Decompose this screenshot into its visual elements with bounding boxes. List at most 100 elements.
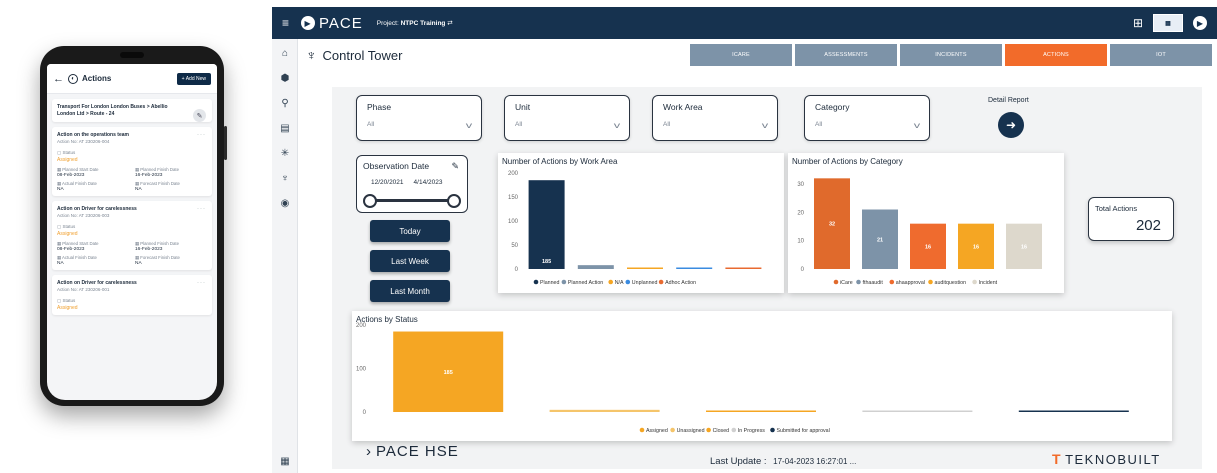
back-arrow-icon[interactable]: ← xyxy=(53,73,64,85)
chevron-down-icon: v xyxy=(761,121,769,130)
unit-filter[interactable]: Unit All v xyxy=(504,95,630,141)
tab-icare[interactable]: ICARE xyxy=(690,44,792,66)
bar xyxy=(627,267,663,269)
data-label: 185 xyxy=(444,370,453,376)
mobile-device: ← ◐ Actions + Add New Transport For Lond… xyxy=(40,46,227,406)
planned-start-value: 08-Feb-2023 xyxy=(57,173,85,178)
action-number: Action No: AT 230206-003 xyxy=(57,213,110,218)
forecast-finish-value: NA xyxy=(135,261,142,266)
home-icon[interactable]: ⌂ xyxy=(272,42,298,64)
forecast-finish-value: NA xyxy=(135,187,142,192)
more-options-icon[interactable]: ··· xyxy=(197,132,206,138)
tab-incidents[interactable]: INCIDENTS xyxy=(900,44,1002,66)
add-new-button[interactable]: + Add New xyxy=(176,72,211,85)
action-card[interactable]: Action on the operations team Action No:… xyxy=(52,127,212,196)
project-selector[interactable]: Project: NTPC Training ⇄ xyxy=(377,19,453,27)
more-options-icon[interactable]: ··· xyxy=(197,280,206,286)
legend-label: fthaaudit xyxy=(863,280,884,286)
last-week-button[interactable]: Last Week xyxy=(370,250,450,272)
status-chart: 0 100 200 185 Assigned Unassigned Closed In Pro… xyxy=(352,311,1172,441)
status-value: Assigned xyxy=(57,231,78,237)
page-title-text: Control Tower xyxy=(322,47,403,63)
start-date[interactable]: 12/20/2021 xyxy=(371,179,404,186)
search-icon[interactable]: ⚲ xyxy=(272,92,298,114)
data-label: 16 xyxy=(1021,244,1027,250)
action-card[interactable]: Action on Driver for carelessness Action… xyxy=(52,201,212,270)
y-tick-label: 0 xyxy=(515,267,519,273)
legend-marker xyxy=(625,279,631,285)
pace-hse-logo: › PACE HSE xyxy=(366,443,459,460)
legend-label: iCare xyxy=(840,280,853,286)
status-value: Assigned xyxy=(57,157,78,163)
legend-marker xyxy=(658,279,664,285)
y-tick-label: 10 xyxy=(797,239,804,245)
network-icon[interactable]: ✳ xyxy=(272,142,298,164)
unit-filter-label: Unit xyxy=(515,102,531,112)
tower-icon[interactable]: ♆ xyxy=(272,167,298,189)
total-actions-label: Total Actions xyxy=(1095,204,1138,213)
data-label: 32 xyxy=(829,222,835,228)
phase-filter-value: All xyxy=(367,121,375,128)
date-slider-end-handle[interactable] xyxy=(447,194,461,208)
work-area-filter-value: All xyxy=(663,121,671,128)
category-chart-title: Number of Actions by Category xyxy=(792,157,903,166)
legend-marker xyxy=(706,427,711,433)
teknobuilt-mark-icon: T xyxy=(1052,451,1063,467)
date-slider-start-handle[interactable] xyxy=(363,194,377,208)
status-chart-title: Actions by Status xyxy=(356,315,418,324)
report-canvas: Phase All v Unit All v Work Area All v C… xyxy=(332,87,1202,469)
app-logo[interactable]: ▶ PACE xyxy=(301,15,363,32)
tab-iot[interactable]: IOT xyxy=(1110,44,1212,66)
legend-marker xyxy=(639,427,645,433)
document-icon[interactable]: ▤ xyxy=(272,117,298,139)
tab-assessments[interactable]: ASSESSMENTS xyxy=(795,44,897,66)
hamburger-menu-icon[interactable]: ≡ xyxy=(282,16,289,30)
shield-icon[interactable]: ⬢ xyxy=(272,67,298,89)
y-tick-label: 0 xyxy=(363,410,367,416)
last-update-label: Last Update : xyxy=(710,456,767,467)
legend-marker xyxy=(833,279,839,285)
action-card[interactable]: Action on Driver for carelessness Action… xyxy=(52,275,212,315)
logout-arrow-icon[interactable]: ▶ xyxy=(1193,16,1207,30)
status-label: ▢ Status xyxy=(57,150,76,155)
observation-date-label: Observation Date xyxy=(363,161,430,171)
legend-label: In Progress xyxy=(738,428,765,434)
y-tick-label: 100 xyxy=(356,367,367,373)
pencil-icon[interactable]: ✎ xyxy=(451,161,459,172)
tab-actions[interactable]: ACTIONS xyxy=(1005,44,1107,66)
date-slider-track[interactable] xyxy=(369,199,455,202)
y-tick-label: 200 xyxy=(508,171,519,177)
work-area-chart-svg: 0 50 100 150 200 185 Planned Planned Action N/A U… xyxy=(508,171,762,286)
action-title: Action on Driver for carelessness xyxy=(57,206,137,212)
detail-report-button[interactable]: ➜ xyxy=(998,112,1024,138)
user-avatar[interactable]: ▦ xyxy=(1153,14,1183,32)
category-filter-value: All xyxy=(815,121,823,128)
category-filter[interactable]: Category All v xyxy=(804,95,930,141)
end-date[interactable]: 4/14/2023 xyxy=(414,179,443,186)
bar xyxy=(676,267,713,269)
unit-filter-value: All xyxy=(515,121,523,128)
action-dates: ▦ Planned Start Date 08-Feb-2023 ▦ Planne… xyxy=(57,241,207,266)
legend-marker xyxy=(770,427,775,433)
work-area-filter[interactable]: Work Area All v xyxy=(652,95,778,141)
work-area-chart: 0 50 100 150 200 185 Planned Planned Action N/A U… xyxy=(498,153,784,293)
detail-report-label: Detail Report xyxy=(988,97,1029,104)
phase-filter[interactable]: Phase All v xyxy=(356,95,482,141)
legend-label: Assigned xyxy=(646,428,668,434)
legend-label: Planned xyxy=(540,280,559,286)
settings-icon[interactable]: ▦ xyxy=(272,456,298,467)
apps-grid-icon[interactable]: ⊞ xyxy=(1133,16,1143,30)
last-month-button[interactable]: Last Month xyxy=(370,280,450,302)
route-card[interactable]: Transport For London London Buses > Abel… xyxy=(52,99,212,122)
more-options-icon[interactable]: ··· xyxy=(197,206,206,212)
project-name: NTPC Training xyxy=(400,20,446,27)
gauge-icon[interactable]: ◉ xyxy=(272,192,298,214)
bar xyxy=(706,410,816,412)
module-tabs: ICARE ASSESSMENTS INCIDENTS ACTIONS IOT xyxy=(690,44,1212,66)
app-logo-text: PACE xyxy=(319,14,363,32)
chevron-down-icon: v xyxy=(465,121,473,130)
edit-pencil-icon[interactable]: ✎ xyxy=(193,109,206,122)
action-dates: ▦ Planned Start Date 08-Feb-2023 ▦ Planne… xyxy=(57,167,207,192)
bar xyxy=(528,180,565,269)
today-button[interactable]: Today xyxy=(370,220,450,242)
